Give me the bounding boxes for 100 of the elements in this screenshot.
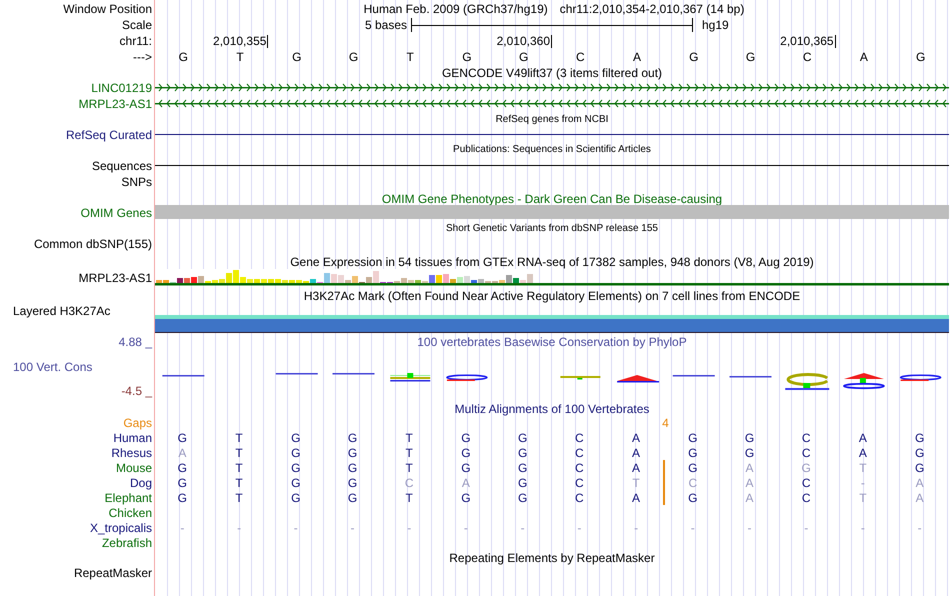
aligned-base: G — [290, 430, 302, 445]
aligned-base: G — [290, 475, 302, 490]
base-letter: C — [576, 51, 585, 63]
aligned-base: A — [858, 430, 868, 445]
aligned-base: G — [687, 460, 698, 475]
aligned-base: G — [346, 430, 358, 445]
expression-bars-drawing[interactable] — [155, 269, 949, 286]
track-title: Gene Expression in 54 tissues from GTEx RNA-seq of 17382 samples, 948 donors (V8, Aug 2019) — [290, 256, 814, 268]
aligned-base: C — [574, 460, 585, 475]
base-letter: A — [860, 51, 868, 63]
aligned-base: G — [176, 475, 188, 490]
aligned-base: - — [292, 520, 299, 535]
aligned-base: T — [608, 475, 666, 490]
aligned-base: G — [290, 445, 302, 460]
gene-line[interactable] — [155, 84, 949, 92]
ruler-tick: 2,010,365 — [780, 34, 836, 48]
track-label: Layered H3K27Ac — [13, 305, 110, 317]
scale-length: 5 bases — [364, 19, 408, 31]
track-title: Multiz Alignments of 100 Vertebrates — [454, 403, 650, 415]
assembly-name: Human Feb. 2009 (GRCh37/hg19) — [364, 2, 548, 14]
aligned-base: A — [608, 460, 666, 475]
aligned-base: T — [234, 475, 244, 490]
aligned-base: G — [176, 460, 188, 475]
aligned-base: G — [346, 475, 358, 490]
base-letter: G — [292, 51, 302, 63]
aligned-base: - — [746, 520, 752, 535]
track-label: Gaps — [123, 416, 152, 428]
species-name: Chicken — [108, 506, 152, 518]
aligned-base: G — [914, 460, 926, 475]
species-name: Elephant — [104, 492, 152, 504]
base-letter: G — [746, 51, 756, 63]
species-name: Zebrafish — [102, 536, 152, 548]
position-text: chr11:2,010,354-2,010,367 (14 bp) — [560, 2, 744, 14]
track-label: Scale — [122, 19, 152, 31]
aligned-base: G — [516, 460, 528, 475]
aligned-base: G — [460, 490, 472, 505]
ruler-tick: 2,010,360 — [496, 34, 552, 48]
gene-line[interactable] — [155, 100, 949, 108]
track-title: 100 vertebrates Basewise Conservation by PhyloP — [417, 336, 687, 348]
track-label: OMIM Genes — [80, 207, 152, 219]
base-letter: G — [518, 51, 528, 63]
gene-name[interactable]: LINC01219 — [91, 82, 152, 94]
aligned-base: - — [633, 520, 640, 535]
track-label: ---> — [133, 51, 152, 63]
gene-name[interactable]: MRPL23-AS1 — [78, 98, 152, 110]
aligned-base: C — [574, 430, 585, 445]
aligned-base: - — [576, 520, 582, 535]
aligned-base: - — [349, 520, 356, 535]
track-title: Short Genetic Variants from dbSNP release 155 — [446, 224, 658, 234]
aligned-base: T — [234, 430, 244, 445]
track-title: Publications: Sequences in Scientific Articles — [453, 145, 651, 155]
aligned-base: C — [800, 445, 812, 460]
aligned-base: - — [860, 520, 866, 535]
aligned-base: C — [800, 475, 812, 490]
aligned-base: C — [574, 445, 585, 460]
aligned-base: G — [346, 490, 358, 505]
aligned-base: G — [687, 490, 698, 505]
scale-assembly: hg19 — [701, 19, 729, 31]
aligned-base: - — [690, 520, 696, 535]
base-letter: T — [406, 51, 414, 63]
aligned-base: - — [803, 520, 810, 535]
aligned-base: C — [687, 475, 698, 490]
signal-bar[interactable] — [155, 315, 949, 333]
track-label: RepeatMasker — [74, 567, 152, 579]
ruler-tick: 2,010,355 — [213, 34, 268, 48]
aligned-base: G — [800, 460, 812, 475]
aligned-base: T — [404, 445, 414, 460]
aligned-base: - — [236, 520, 242, 535]
track-label: chr11: — [120, 35, 152, 47]
aligned-base: G — [516, 475, 528, 490]
track-label: 100 Vert. Cons — [12, 360, 92, 372]
track-title: H3K27Ac Mark (Often Found Near Active Regulatory Elements) on 7 cell lines from ENCODE — [304, 290, 800, 302]
track-label: Sequences — [92, 160, 152, 172]
base-letter: G — [348, 51, 358, 63]
aligned-base: G — [516, 490, 528, 505]
aligned-base: G — [346, 445, 358, 460]
aligned-base: - — [520, 520, 526, 535]
track-title: RefSeq genes from NCBI — [496, 114, 608, 124]
base-letter: G — [178, 51, 188, 63]
aligned-base: A — [744, 460, 754, 475]
track-label: MRPL23-AS1 — [78, 272, 152, 284]
aligned-base: T — [404, 460, 414, 475]
aligned-base: T — [234, 490, 244, 505]
base-letter: A — [633, 51, 642, 63]
aligned-base: G — [687, 445, 698, 460]
track-label: RefSeq Curated — [66, 128, 152, 140]
track-label: Window Position — [63, 2, 152, 14]
species-name: Dog — [130, 476, 152, 488]
base-letter: G — [916, 51, 926, 63]
species-name: Rhesus — [111, 446, 152, 458]
aligned-base: G — [914, 430, 926, 445]
aligned-base: A — [608, 490, 666, 505]
aligned-base: G — [176, 430, 188, 445]
aligned-base: A — [914, 475, 925, 490]
aligned-base: A — [744, 475, 754, 490]
aligned-base: G — [744, 430, 756, 445]
gap-count: 4 — [662, 416, 669, 428]
base-letter: C — [802, 51, 812, 63]
aligned-base: A — [177, 445, 188, 460]
track-label: Common dbSNP(155) — [34, 238, 152, 250]
